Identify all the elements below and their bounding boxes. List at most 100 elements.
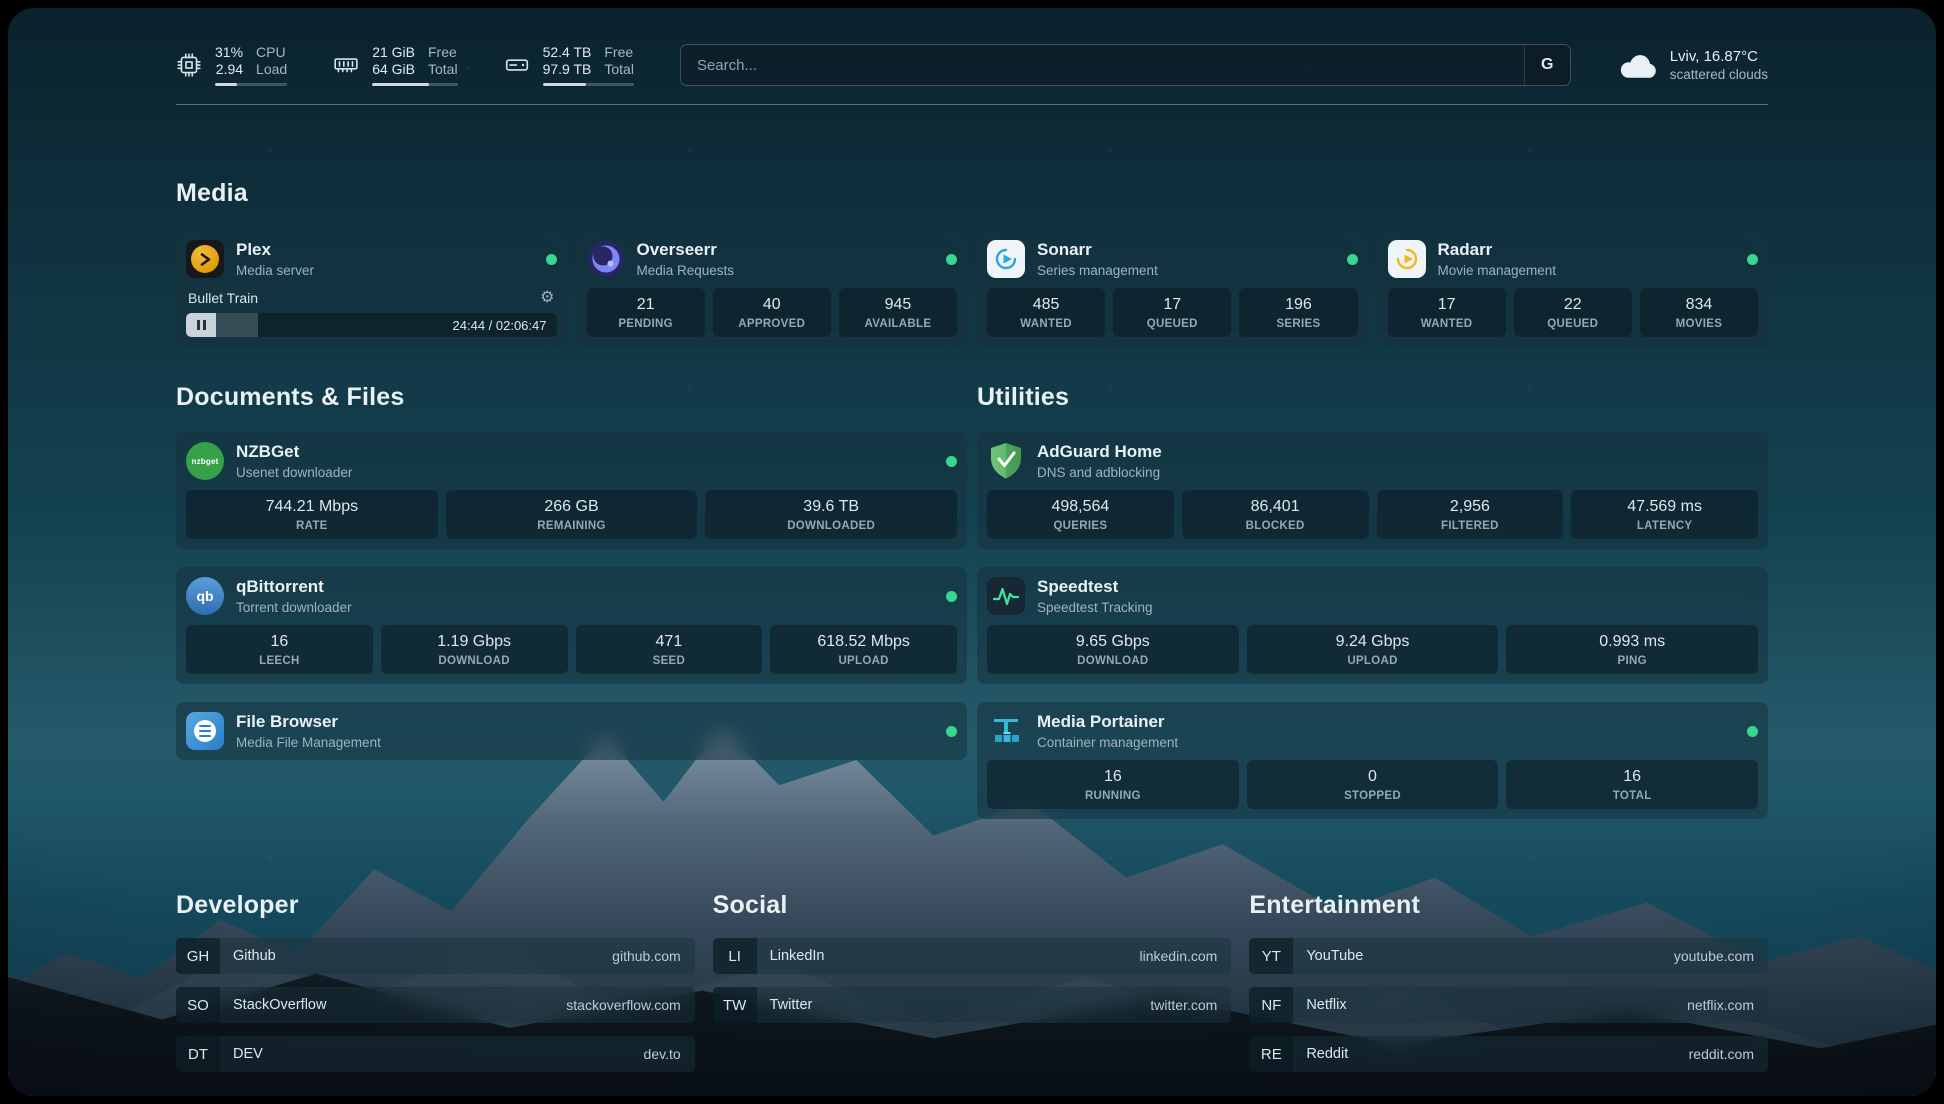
search-bar: G [680, 44, 1571, 86]
stat-queued: 17 QUEUED [1113, 288, 1231, 337]
radarr-icon [1388, 240, 1426, 278]
stat-remaining: 266 GB REMAINING [446, 490, 698, 539]
cpu-percent: 31% [215, 44, 243, 61]
bookmark-stackoverflow[interactable]: SO StackOverflow stackoverflow.com [176, 987, 695, 1023]
stat-value: 16 [991, 768, 1235, 786]
service-card-filebrowser[interactable]: File Browser Media File Management [176, 702, 967, 760]
service-card-sonarr[interactable]: Sonarr Series management 485 WANTED 17 Q… [977, 230, 1368, 347]
plex-progress-bar[interactable]: 24:44 / 02:06:47 [186, 313, 557, 337]
disk-readout: 52.4 TB 97.9 TB Free Total [543, 44, 634, 86]
bookmark-reddit[interactable]: RE Reddit reddit.com [1249, 1036, 1768, 1072]
service-description: Torrent downloader [236, 600, 352, 615]
pause-button[interactable] [186, 313, 216, 337]
bookmark-abbr: YT [1249, 938, 1293, 974]
stat-value: 39.6 TB [709, 498, 953, 516]
memory-total: 64 GiB [372, 61, 415, 78]
bookmark-dev[interactable]: DT DEV dev.to [176, 1036, 695, 1072]
bookmark-twitter[interactable]: TW Twitter twitter.com [713, 987, 1232, 1023]
disk-free-label: Free [604, 44, 634, 61]
bookmark-linkedin[interactable]: LI LinkedIn linkedin.com [713, 938, 1232, 974]
status-dot [946, 591, 957, 602]
stat-leech: 16 LEECH [186, 625, 373, 674]
weather-widget[interactable]: Lviv, 16.87°C scattered clouds [1617, 48, 1768, 83]
qbittorrent-icon: qb [186, 577, 224, 615]
bookmark-abbr: SO [176, 987, 220, 1023]
bookmark-netflix[interactable]: NF Netflix netflix.com [1249, 987, 1768, 1023]
stat-value: 17 [1117, 296, 1227, 314]
stat-wanted: 17 WANTED [1388, 288, 1506, 337]
bookmark-abbr: DT [176, 1036, 220, 1072]
bookmark-name: LinkedIn [770, 948, 825, 964]
bookmark-url: linkedin.com [1140, 948, 1218, 964]
bookmark-url: twitter.com [1150, 997, 1217, 1013]
stat-label: PENDING [591, 318, 701, 330]
stat-value: 485 [991, 296, 1101, 314]
weather-location: Lviv, 16.87°C [1670, 48, 1768, 66]
group-title-social: Social [713, 891, 1232, 920]
service-card-portainer[interactable]: Media Portainer Container management 16 … [977, 702, 1768, 819]
search-input[interactable] [680, 44, 1571, 86]
stat-value: 945 [843, 296, 953, 314]
sonarr-icon [987, 240, 1025, 278]
memory-free: 21 GiB [372, 44, 415, 61]
stat-movies: 834 MOVIES [1640, 288, 1758, 337]
stat-label: QUEUED [1117, 318, 1227, 330]
cpu-load: 2.94 [215, 61, 243, 78]
stat-value: 9.24 Gbps [1251, 633, 1495, 651]
stat-label: FILTERED [1381, 520, 1560, 532]
stat-queries: 498,564 QUERIES [987, 490, 1174, 539]
stat-label: DOWNLOAD [385, 655, 564, 667]
status-dot [546, 254, 557, 265]
bookmark-abbr: TW [713, 987, 757, 1023]
bookmark-youtube[interactable]: YT YouTube youtube.com [1249, 938, 1768, 974]
cpu-widget: 31% 2.94 CPU Load [176, 44, 287, 86]
disk-icon [504, 52, 530, 78]
service-card-nzbget[interactable]: nzbget NZBGet Usenet downloader 744.21 M… [176, 432, 967, 549]
portainer-icon [987, 712, 1025, 750]
gear-icon[interactable]: ⚙ [540, 290, 554, 306]
group-title-documents: Documents & Files [176, 383, 967, 412]
service-name: Radarr [1438, 240, 1557, 260]
memory-usage-bar [372, 83, 457, 86]
stat-label: BLOCKED [1186, 520, 1365, 532]
cpu-label: CPU [256, 44, 287, 61]
search-provider-button[interactable]: G [1524, 45, 1570, 85]
stat-running: 16 RUNNING [987, 760, 1239, 809]
bookmark-name: Reddit [1306, 1046, 1348, 1062]
stat-value: 498,564 [991, 498, 1170, 516]
bookmark-github[interactable]: GH Github github.com [176, 938, 695, 974]
service-card-qbittorrent[interactable]: qb qBittorrent Torrent downloader 16 [176, 567, 967, 684]
status-dot [1747, 726, 1758, 737]
stat-value: 86,401 [1186, 498, 1365, 516]
status-dot [946, 726, 957, 737]
group-documents: Documents & Files nzbget NZBGet Usenet d… [176, 383, 967, 819]
stat-value: 744.21 Mbps [190, 498, 434, 516]
stat-approved: 40 APPROVED [713, 288, 831, 337]
stat-label: QUERIES [991, 520, 1170, 532]
service-card-overseerr[interactable]: Overseerr Media Requests 21 PENDING 40 A… [577, 230, 968, 347]
disk-usage-bar [543, 83, 634, 86]
memory-total-label: Total [428, 61, 458, 78]
service-card-radarr[interactable]: Radarr Movie management 17 WANTED 22 QUE… [1378, 230, 1769, 347]
stat-total: 16 TOTAL [1506, 760, 1758, 809]
stat-upload: 618.52 Mbps UPLOAD [770, 625, 957, 674]
stat-label: QUEUED [1518, 318, 1628, 330]
service-description: Media Requests [637, 263, 735, 278]
stat-available: 945 AVAILABLE [839, 288, 957, 337]
stat-value: 17 [1392, 296, 1502, 314]
service-name: AdGuard Home [1037, 442, 1162, 462]
stat-value: 16 [1510, 768, 1754, 786]
stat-value: 2,956 [1381, 498, 1560, 516]
stat-label: UPLOAD [774, 655, 953, 667]
stat-label: UPLOAD [1251, 655, 1495, 667]
bookmark-url: netflix.com [1687, 997, 1754, 1013]
stat-value: 9.65 Gbps [991, 633, 1235, 651]
group-title-entertainment: Entertainment [1249, 891, 1768, 920]
service-description: Container management [1037, 735, 1178, 750]
bookmark-abbr: NF [1249, 987, 1293, 1023]
service-card-speedtest[interactable]: Speedtest Speedtest Tracking 9.65 Gbps D… [977, 567, 1768, 684]
dashboard-content: 31% 2.94 CPU Load [8, 8, 1936, 1096]
service-card-adguard[interactable]: AdGuard Home DNS and adblocking 498,564 … [977, 432, 1768, 549]
now-playing-time: 24:44 / 02:06:47 [453, 318, 557, 333]
service-card-plex[interactable]: Plex Media server Bullet Train ⚙ [176, 230, 567, 347]
